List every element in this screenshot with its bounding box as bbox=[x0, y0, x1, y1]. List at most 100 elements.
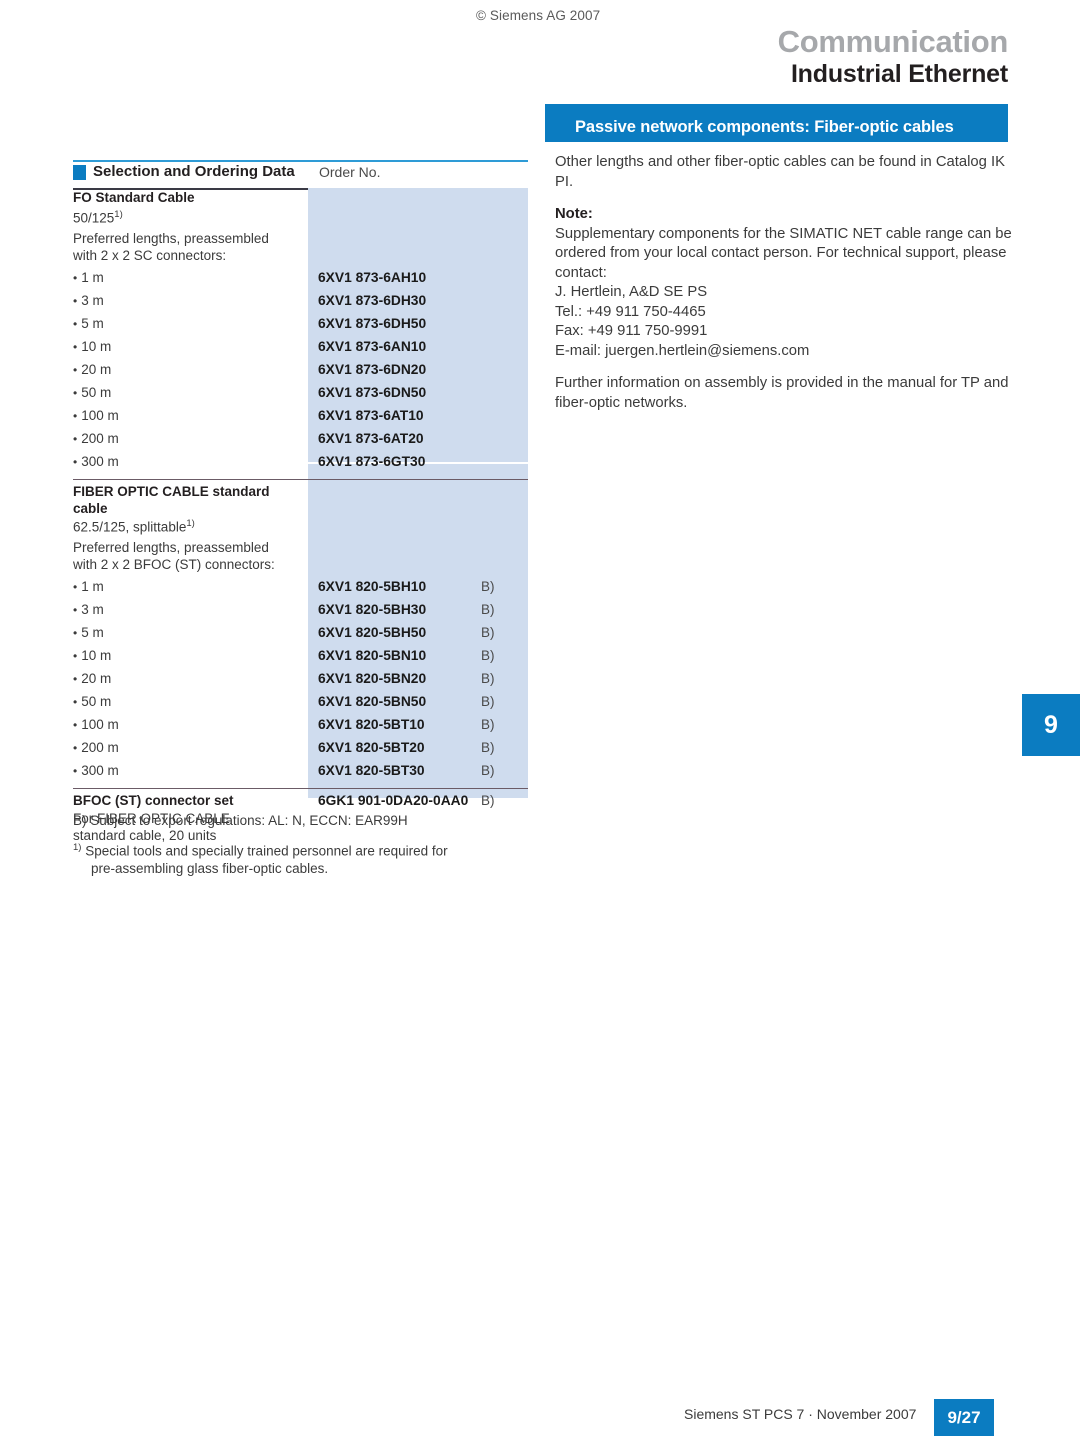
section-2-intro-line-1: Preferred lengths, preassembled bbox=[73, 540, 528, 557]
row-export-flag: B) bbox=[481, 647, 495, 663]
row-length: 200 m bbox=[73, 740, 303, 755]
row-length: 300 m bbox=[73, 454, 303, 469]
section-3-export-flag: B) bbox=[481, 793, 495, 809]
table-body: FO Standard Cable 50/1251) Preferred len… bbox=[73, 190, 528, 846]
row-export-flag: B) bbox=[481, 670, 495, 686]
note-label: Note: bbox=[555, 206, 593, 222]
row-order-no: 6XV1 873-6AT20 bbox=[318, 430, 424, 446]
row-export-flag: B) bbox=[481, 693, 495, 709]
row-length: 3 m bbox=[73, 602, 303, 617]
chapter-tab: 9 bbox=[1022, 694, 1080, 756]
row-order-no: 6XV1 873-6AT10 bbox=[318, 407, 424, 423]
table-row: 5 m 6XV1 873-6DH50 bbox=[73, 316, 528, 339]
row-export-flag: B) bbox=[481, 624, 495, 640]
row-export-flag: B) bbox=[481, 716, 495, 732]
row-length: 1 m bbox=[73, 579, 303, 594]
table-row: 200 m 6XV1 820-5BT20 B) bbox=[73, 740, 528, 763]
section-1-subtitle: 50/1251) bbox=[73, 208, 123, 226]
section-3-desc-text-2: standard cable, 20 units bbox=[73, 828, 217, 844]
footnote-ref-1: 1) bbox=[186, 517, 195, 529]
row-order-no: 6XV1 820-5BT30 bbox=[318, 762, 425, 778]
row-export-flag: B) bbox=[481, 601, 495, 617]
row-length: 10 m bbox=[73, 339, 303, 354]
table-row: 20 m 6XV1 820-5BN20 B) bbox=[73, 671, 528, 694]
section-3-desc-line-1: For FIBER OPTIC CABLE bbox=[73, 811, 528, 828]
chapter-tab-number: 9 bbox=[1044, 710, 1058, 739]
row-order-no: 6XV1 873-6DH50 bbox=[318, 315, 427, 331]
section-1-intro-text-2: with 2 x 2 SC connectors: bbox=[73, 247, 227, 263]
copyright-line: © Siemens AG 2007 bbox=[476, 8, 601, 23]
row-length: 100 m bbox=[73, 717, 303, 732]
section-divider-2 bbox=[73, 787, 528, 790]
section-3-desc-text-1: For FIBER OPTIC CABLE bbox=[73, 811, 230, 827]
right-closing-text: Further information on assembly is provi… bbox=[555, 375, 1009, 411]
section-1-intro-line-1: Preferred lengths, preassembled bbox=[73, 231, 528, 248]
section-3-title-row: BFOC (ST) connector set 6GK1 901-0DA20-0… bbox=[73, 793, 528, 811]
row-length: 3 m bbox=[73, 293, 303, 308]
table-row: 100 m 6XV1 820-5BT10 B) bbox=[73, 717, 528, 740]
footer-page-badge: 9/27 bbox=[934, 1399, 994, 1436]
row-length: 100 m bbox=[73, 408, 303, 423]
row-order-no: 6XV1 873-6DH30 bbox=[318, 292, 427, 308]
section-divider-1 bbox=[73, 478, 528, 480]
footer-page-number: 9/27 bbox=[947, 1407, 981, 1427]
contact-name: J. Hertlein, A&D SE PS bbox=[555, 284, 708, 300]
right-column: Other lengths and other fiber-optic cabl… bbox=[555, 153, 1015, 426]
section-2-title-line-2: cable bbox=[73, 500, 108, 516]
table-row: 10 m 6XV1 873-6AN10 bbox=[73, 339, 528, 362]
section-1-subtitle-row: 50/1251) bbox=[73, 209, 528, 231]
table-header-row: Selection and Ordering Data Order No. bbox=[73, 162, 528, 188]
section-2-title-row-1: FIBER OPTIC CABLE standard bbox=[73, 484, 528, 501]
footnote-1-line-1: Special tools and specially trained pers… bbox=[85, 843, 448, 858]
row-length: 1 m bbox=[73, 270, 303, 285]
section-3-title: BFOC (ST) connector set bbox=[73, 793, 234, 809]
row-length: 300 m bbox=[73, 763, 303, 778]
table-row: 3 m 6XV1 873-6DH30 bbox=[73, 293, 528, 316]
row-export-flag: B) bbox=[481, 578, 495, 594]
row-length: 50 m bbox=[73, 385, 303, 400]
right-intro-text: Other lengths and other fiber-optic cabl… bbox=[555, 154, 1005, 190]
row-order-no: 6XV1 873-6DN50 bbox=[318, 384, 427, 400]
note-body-text: Supplementary components for the SIMATIC… bbox=[555, 225, 1012, 281]
table-row: 5 m 6XV1 820-5BH50 B) bbox=[73, 625, 528, 648]
row-length: 5 m bbox=[73, 316, 303, 331]
row-export-flag: B) bbox=[481, 762, 495, 778]
table-row: 1 m 6XV1 873-6AH10 bbox=[73, 270, 528, 293]
section-2-subtitle-row: 62.5/125, splittable1) bbox=[73, 518, 528, 540]
contact-tel: Tel.: +49 911 750-4465 bbox=[555, 303, 706, 320]
brand-title: Communication bbox=[777, 24, 1009, 59]
contact-fax: Fax: +49 911 750-9991 bbox=[555, 323, 708, 339]
row-order-no: 6XV1 873-6AH10 bbox=[318, 269, 427, 285]
table-row: 3 m 6XV1 820-5BH30 B) bbox=[73, 602, 528, 625]
row-length: 5 m bbox=[73, 625, 303, 640]
row-order-no: 6XV1 820-5BN50 bbox=[318, 693, 427, 709]
section-1-intro-line-2: with 2 x 2 SC connectors: bbox=[73, 248, 528, 270]
table-row: 200 m 6XV1 873-6AT20 bbox=[73, 431, 528, 454]
section-title-text: Passive network components: Fiber-optic … bbox=[575, 118, 954, 136]
table-row: 20 m 6XV1 873-6DN20 bbox=[73, 362, 528, 385]
row-order-no: 6XV1 873-6GT30 bbox=[318, 453, 426, 469]
table-row: 50 m 6XV1 873-6DN50 bbox=[73, 385, 528, 408]
table-row: 300 m 6XV1 820-5BT30 B) bbox=[73, 763, 528, 786]
row-order-no: 6XV1 820-5BN20 bbox=[318, 670, 427, 686]
row-order-no: 6XV1 820-5BH50 bbox=[318, 624, 427, 640]
selection-and-ordering-table: Selection and Ordering Data Order No. FO… bbox=[73, 160, 528, 845]
section-title-bar: Passive network components: Fiber-optic … bbox=[545, 104, 1008, 142]
row-order-no: 6XV1 820-5BN10 bbox=[318, 647, 427, 663]
section-marker-icon bbox=[73, 165, 86, 180]
row-order-no: 6XV1 873-6DN20 bbox=[318, 361, 427, 377]
row-order-no: 6XV1 820-5BH10 bbox=[318, 578, 427, 594]
section-2-intro-text-2: with 2 x 2 BFOC (ST) connectors: bbox=[73, 556, 275, 572]
row-length: 20 m bbox=[73, 362, 303, 377]
contact-block: J. Hertlein, A&D SE PS Tel.: +49 911 750… bbox=[555, 283, 1015, 361]
table-header-order-no: Order No. bbox=[319, 164, 381, 180]
section-1-title: FO Standard Cable bbox=[73, 189, 195, 205]
section-3-desc-line-2: standard cable, 20 units bbox=[73, 828, 528, 845]
row-length: 50 m bbox=[73, 694, 303, 709]
section-2-title-row-2: cable bbox=[73, 501, 528, 518]
row-order-no: 6XV1 820-5BT20 bbox=[318, 739, 425, 755]
table-row: 50 m 6XV1 820-5BN50 B) bbox=[73, 694, 528, 717]
section-1-intro-text-1: Preferred lengths, preassembled bbox=[73, 230, 269, 246]
table-row: 100 m 6XV1 873-6AT10 bbox=[73, 408, 528, 431]
table-row: 1 m 6XV1 820-5BH10 B) bbox=[73, 579, 528, 602]
